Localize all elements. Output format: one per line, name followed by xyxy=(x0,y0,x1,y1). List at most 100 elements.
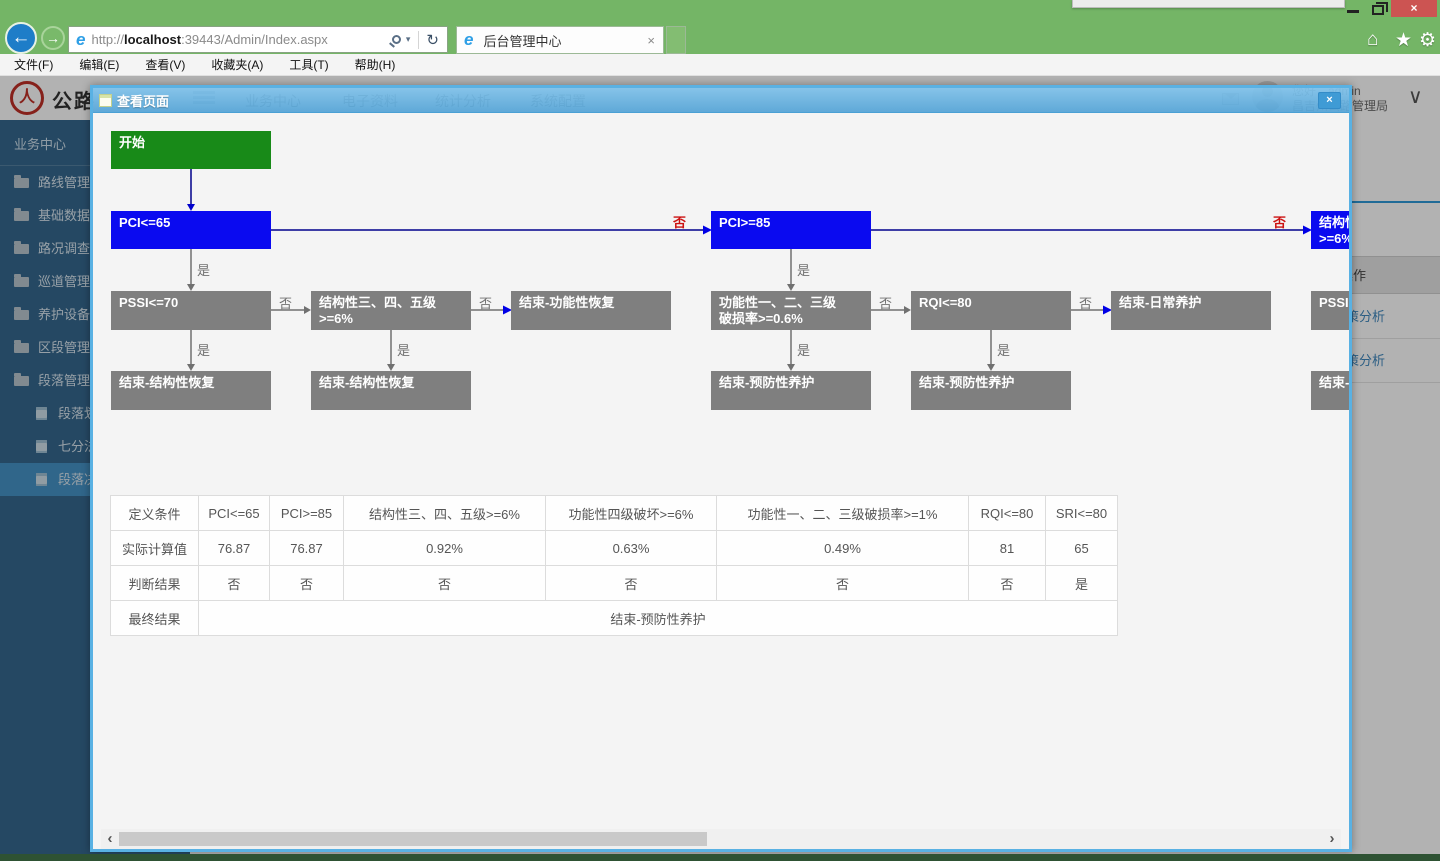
menu-favorites[interactable]: 收藏夹(A) xyxy=(211,56,263,73)
table-row: 最终结果 结束-预防性养护 xyxy=(111,601,1118,636)
edge-label-yes: 是 xyxy=(797,260,810,279)
menu-tools[interactable]: 工具(T) xyxy=(289,56,328,73)
flow-node-pci85: PCI>=85 xyxy=(711,211,871,249)
edge-label-no: 否 xyxy=(1273,212,1286,231)
menu-view[interactable]: 查看(V) xyxy=(145,56,185,73)
browser-titlebar: × ← → e http://localhost:39443/Admin/Ind… xyxy=(0,0,1440,54)
table-cell: 0.49% xyxy=(717,531,969,566)
table-cell: 否 xyxy=(270,566,344,601)
restore-button[interactable] xyxy=(1372,5,1384,15)
screen: × ← → e http://localhost:39443/Admin/Ind… xyxy=(0,0,1440,861)
table-cell: 否 xyxy=(717,566,969,601)
browser-tab[interactable]: e 后台管理中心 × xyxy=(456,26,664,54)
table-row: 实际计算值 76.87 76.87 0.92% 0.63% 0.49% 81 6… xyxy=(111,531,1118,566)
flow-node-end-structural-b: 结束-结构性恢复 xyxy=(311,371,471,410)
forward-button[interactable]: → xyxy=(41,26,65,50)
dialog-titlebar[interactable]: 查看页面 × xyxy=(93,88,1349,113)
flow-node-end-functional: 结束-功能性恢复 xyxy=(511,291,671,330)
home-icon[interactable]: ⌂ xyxy=(1367,29,1378,51)
final-result-cell: 结束-预防性养护 xyxy=(199,601,1118,636)
flow-node-end-preventive-a: 结束-预防性养护 xyxy=(711,371,871,410)
settings-gear-icon[interactable]: ⚙ xyxy=(1419,29,1436,52)
minimize-button[interactable] xyxy=(1347,10,1359,13)
ie-page-icon: e xyxy=(76,30,85,50)
flow-node-end-preventive-b: 结束-预防性养护 xyxy=(911,371,1071,410)
table-row: 定义条件 PCI<=65 PCI>=85 结构性三、四、五级>=6% 功能性四级… xyxy=(111,496,1118,531)
browser-menubar: 文件(F) 编辑(E) 查看(V) 收藏夹(A) 工具(T) 帮助(H) xyxy=(0,54,1440,76)
url-path: :39443/Admin/Index.aspx xyxy=(181,32,328,47)
edge-label-yes: 是 xyxy=(197,340,210,359)
chevron-down-icon[interactable]: ▾ xyxy=(406,34,411,45)
flow-node-struct-right: 结构性 >=6% xyxy=(1311,211,1349,249)
dialog-title: 查看页面 xyxy=(117,91,169,110)
edge-label-no: 否 xyxy=(479,293,492,312)
address-bar[interactable]: e http://localhost:39443/Admin/Index.asp… xyxy=(68,26,448,53)
view-page-dialog: 查看页面 × xyxy=(90,85,1352,852)
table-cell: 否 xyxy=(344,566,546,601)
scrollbar-thumb[interactable] xyxy=(119,832,707,846)
flow-node-pssi70: PSSI<=70 xyxy=(111,291,271,330)
flow-node-func123: 功能性一、二、三级 破损率>=0.6% xyxy=(711,291,871,330)
scroll-left-icon[interactable]: ‹ xyxy=(101,829,119,849)
table-cell: 0.63% xyxy=(546,531,717,566)
edge-label-yes: 是 xyxy=(397,340,410,359)
menu-file[interactable]: 文件(F) xyxy=(14,56,53,73)
table-row: 判断结果 否 否 否 否 否 否 是 xyxy=(111,566,1118,601)
table-cell: 否 xyxy=(199,566,270,601)
back-button[interactable]: ← xyxy=(5,22,37,54)
table-cell: RQI<=80 xyxy=(969,496,1046,531)
table-cell: 81 xyxy=(969,531,1046,566)
flow-node-pci65: PCI<=65 xyxy=(111,211,271,249)
table-cell: 76.87 xyxy=(270,531,344,566)
dialog-close-button[interactable]: × xyxy=(1318,92,1341,109)
flow-node-end-right: 结束- xyxy=(1311,371,1349,410)
edge-label-yes: 是 xyxy=(797,340,810,359)
url-scheme: http:// xyxy=(91,32,124,47)
edge-label-no: 否 xyxy=(673,212,686,231)
table-cell: 0.92% xyxy=(344,531,546,566)
edge-label-no: 否 xyxy=(279,293,292,312)
flow-node-struct345: 结构性三、四、五级 >=6% xyxy=(311,291,471,330)
edge-label-yes: 是 xyxy=(997,340,1010,359)
horizontal-scrollbar[interactable]: ‹ › xyxy=(101,829,1341,849)
menu-edit[interactable]: 编辑(E) xyxy=(79,56,119,73)
table-cell: PCI>=85 xyxy=(270,496,344,531)
flow-node-start: 开始 xyxy=(111,131,271,169)
edge-label-no: 否 xyxy=(879,293,892,312)
search-icon[interactable] xyxy=(392,35,401,44)
table-cell: PCI<=65 xyxy=(199,496,270,531)
desktop-edge xyxy=(0,854,1440,861)
table-cell: 功能性四级破坏>=6% xyxy=(546,496,717,531)
table-cell: 实际计算值 xyxy=(111,531,199,566)
new-tab-button[interactable] xyxy=(666,26,686,54)
edge-label-no: 否 xyxy=(1079,293,1092,312)
flow-node-rqi80: RQI<=80 xyxy=(911,291,1071,330)
flow-node-pssi-right: PSSI<=70 xyxy=(1311,291,1349,330)
background-window-strip xyxy=(1072,0,1345,8)
table-cell: 定义条件 xyxy=(111,496,199,531)
page-icon xyxy=(99,94,112,107)
menu-help[interactable]: 帮助(H) xyxy=(355,56,396,73)
dialog-body: 开始 PCI<=65 PCI>=85 结构性 >=6% PSSI<=70 结构性… xyxy=(93,113,1349,849)
table-cell: 76.87 xyxy=(199,531,270,566)
decision-flowchart: 开始 PCI<=65 PCI>=85 结构性 >=6% PSSI<=70 结构性… xyxy=(93,113,1349,423)
tab-favicon: e xyxy=(464,30,473,50)
table-cell: 功能性一、二、三级破损率>=1% xyxy=(717,496,969,531)
flow-node-end-daily: 结束-日常养护 xyxy=(1111,291,1271,330)
tab-close-icon[interactable]: × xyxy=(647,33,655,48)
decision-result-table: 定义条件 PCI<=65 PCI>=85 结构性三、四、五级>=6% 功能性四级… xyxy=(110,495,1118,636)
favorites-star-icon[interactable]: ★ xyxy=(1395,29,1412,52)
app-page: 人 公路 业务中心 电子资料 统计分析 系统配置 您好，admin 昌吉州公路管… xyxy=(0,76,1440,861)
table-cell: 否 xyxy=(546,566,717,601)
table-cell: 判断结果 xyxy=(111,566,199,601)
table-cell: 是 xyxy=(1046,566,1118,601)
flow-node-end-structural-a: 结束-结构性恢复 xyxy=(111,371,271,410)
table-cell: 结构性三、四、五级>=6% xyxy=(344,496,546,531)
close-window-button[interactable]: × xyxy=(1391,0,1437,17)
tab-title: 后台管理中心 xyxy=(483,31,561,50)
refresh-icon[interactable]: ↻ xyxy=(418,31,439,49)
scroll-right-icon[interactable]: › xyxy=(1323,829,1341,849)
table-cell: 否 xyxy=(969,566,1046,601)
edge-label-yes: 是 xyxy=(197,260,210,279)
table-cell: SRI<=80 xyxy=(1046,496,1118,531)
